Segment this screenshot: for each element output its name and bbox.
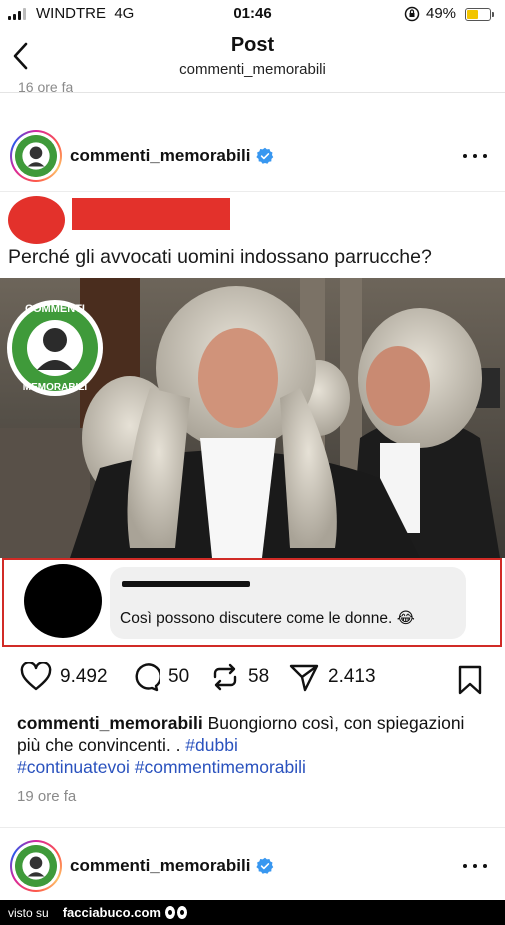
share-button[interactable]: 2.413 <box>288 662 376 692</box>
brand-logo-icon <box>15 845 57 887</box>
redacted-commenter-avatar <box>24 564 102 638</box>
battery-icon <box>465 8 494 21</box>
carrier-label: WINDTRE 4G <box>36 5 134 22</box>
share-count: 2.413 <box>328 666 376 687</box>
like-button[interactable]: 9.492 <box>20 662 108 692</box>
previous-post-time: 16 ore fa <box>18 80 74 92</box>
repost-button[interactable]: 58 <box>210 662 269 692</box>
page-title: Post <box>230 34 275 56</box>
page-subtitle: commenti_memorabili <box>179 61 326 78</box>
verified-badge-icon <box>256 857 274 874</box>
hashtag-link[interactable]: #commentimemorabili <box>135 757 306 777</box>
send-icon <box>289 664 319 692</box>
comment-button[interactable]: 50 <box>130 662 189 692</box>
post-caption: commenti_memorabili Buongiorno così, con… <box>17 712 487 778</box>
eyes-icon <box>164 906 187 919</box>
dot <box>473 864 477 868</box>
more-options-button[interactable] <box>460 856 490 876</box>
repost-icon <box>213 663 237 691</box>
status-bar: WINDTRE 4G 01:46 49% <box>0 0 505 30</box>
meme-question: Perché gli avvocati uomini indossano par… <box>8 246 432 268</box>
dot <box>483 864 487 868</box>
username-link[interactable]: commenti_memorabili <box>70 146 250 166</box>
comment-bubble: Così possono discutere come le donne. 😂 <box>110 567 466 639</box>
logo-text-top: COMMENTI <box>25 303 85 315</box>
comment-count: 50 <box>168 666 190 687</box>
comment-text: Così possono discutere come le donne. 😂 <box>120 610 415 627</box>
repost-count: 58 <box>248 666 270 687</box>
caption-username[interactable]: commenti_memorabili <box>17 713 203 733</box>
username-link[interactable]: commenti_memorabili <box>70 856 250 876</box>
verified-badge-icon <box>256 147 274 164</box>
watermark-site: facciabuco.com <box>62 905 161 920</box>
divider <box>0 92 505 93</box>
post-actions: 9.492 50 58 2.413 <box>0 662 505 700</box>
highlighted-comment: Così possono discutere come le donne. 😂 <box>2 558 502 647</box>
post-author[interactable]: commenti_memorabili <box>70 146 274 166</box>
redacted-avatar <box>8 196 65 244</box>
judges-photo: COMMENTI MEMORABILI <box>0 278 505 558</box>
hashtag-link[interactable]: #continuatevoi <box>17 757 130 777</box>
avatar[interactable] <box>10 840 62 892</box>
post-header-bar: Post commenti_memorabili <box>0 30 505 86</box>
watermark-prefix: visto su <box>8 905 49 920</box>
post-author[interactable]: commenti_memorabili <box>70 856 274 876</box>
dot <box>463 154 467 158</box>
redacted-name <box>72 198 230 230</box>
network-type: 4G <box>114 5 135 22</box>
brand-logo-icon <box>15 135 57 177</box>
dot <box>483 154 487 158</box>
comment-icon <box>135 663 160 692</box>
divider <box>0 191 505 192</box>
rotation-lock-icon <box>404 6 420 22</box>
battery-percent: 49% <box>426 5 457 22</box>
heart-icon <box>20 662 52 691</box>
dot <box>473 154 477 158</box>
carrier-name: WINDTRE <box>36 5 106 22</box>
like-count: 9.492 <box>60 666 108 687</box>
battery-fill <box>467 10 478 19</box>
more-options-button[interactable] <box>460 146 490 166</box>
chevron-left-icon[interactable] <box>8 40 34 72</box>
avatar[interactable] <box>10 130 62 182</box>
signal-icon <box>8 8 26 20</box>
watermark-bar: visto su facciabuco.com <box>0 900 505 925</box>
divider <box>0 827 505 828</box>
dot <box>463 864 467 868</box>
bookmark-icon[interactable] <box>455 664 485 696</box>
redacted-commenter-name <box>122 581 250 587</box>
hashtag-link[interactable]: #dubbi <box>185 735 238 755</box>
post-photo[interactable]: COMMENTI MEMORABILI <box>0 278 505 558</box>
post-time: 19 ore fa <box>17 788 77 805</box>
logo-text-bottom: MEMORABILI <box>23 382 88 393</box>
